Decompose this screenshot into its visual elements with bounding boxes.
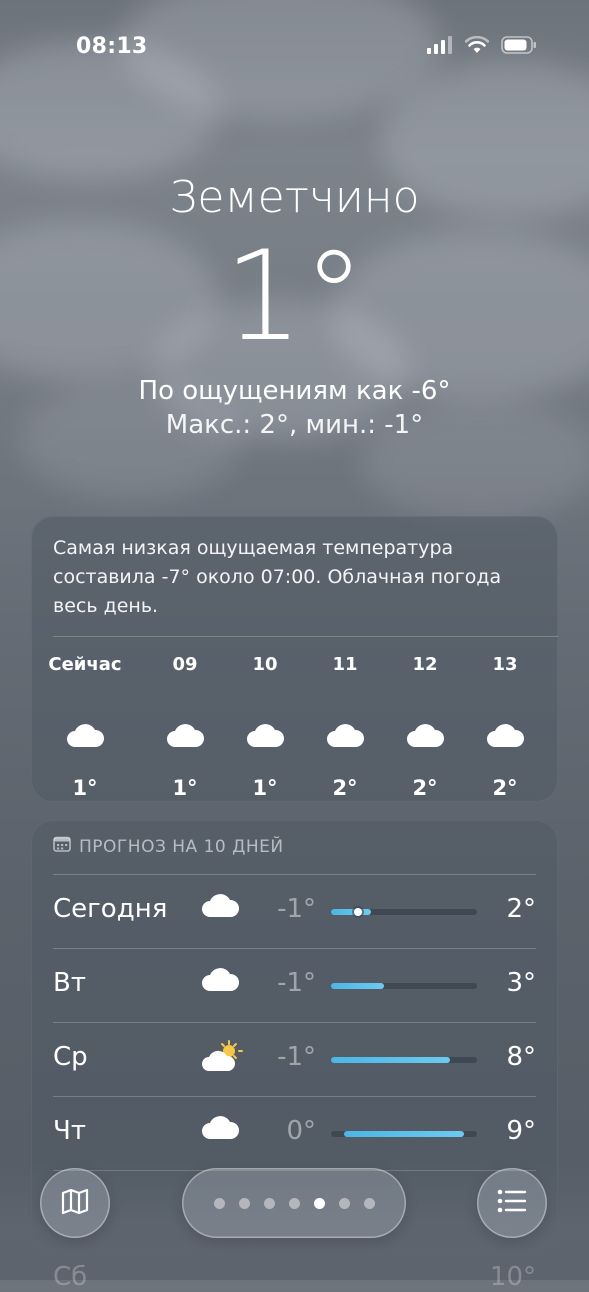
- partial-day-name: Сб: [53, 1262, 88, 1292]
- day-row[interactable]: Ср -1° 8°: [31, 1022, 558, 1096]
- feels-like: По ощущениям как -6°: [138, 376, 451, 406]
- cloud-icon: [145, 708, 225, 762]
- temperature-range-fill: [331, 909, 371, 915]
- current-temperature: 1°: [224, 225, 365, 369]
- temperature-range-bar: [331, 1131, 477, 1137]
- daily-header: ПРОГНОЗ НА 10 ДНЕЙ: [53, 836, 284, 857]
- hour-temp: 2°: [332, 776, 358, 800]
- page-dot[interactable]: [213, 1197, 225, 1209]
- map-icon: [60, 1186, 90, 1220]
- day-high: 9°: [506, 1116, 536, 1146]
- day-high: 8°: [506, 1042, 536, 1072]
- daily-header-label: ПРОГНОЗ НА 10 ДНЕЙ: [79, 836, 284, 857]
- cloud-icon: [201, 1114, 240, 1144]
- page-dot[interactable]: [288, 1197, 300, 1209]
- day-row[interactable]: Сегодня -1° 2°: [31, 874, 558, 948]
- partial-day-high: 10°: [489, 1262, 536, 1292]
- temperature-range-bar: [331, 1057, 477, 1063]
- cloud-icon: [45, 708, 125, 762]
- page-dot[interactable]: [263, 1197, 275, 1209]
- temperature-range-fill: [344, 1131, 464, 1137]
- cloud-icon: [201, 966, 240, 996]
- cloud-icon: [385, 708, 465, 762]
- day-high: 3°: [506, 968, 536, 998]
- cloud-icon: [201, 892, 240, 922]
- day-row[interactable]: Вт -1° 3°: [31, 948, 558, 1022]
- battery-icon: [501, 36, 537, 58]
- temperature-range-fill: [331, 983, 385, 989]
- status-icons: [427, 35, 537, 58]
- map-button[interactable]: [40, 1168, 110, 1238]
- hour-label: Сейчас: [48, 654, 122, 675]
- page-dot[interactable]: [238, 1197, 250, 1209]
- day-low: -1°: [277, 1042, 316, 1072]
- current-temperature-dot: [353, 908, 362, 916]
- divider: [53, 636, 558, 637]
- hour-item: 10 1°: [225, 654, 305, 800]
- divider: [53, 1096, 536, 1097]
- page-dot[interactable]: [363, 1197, 375, 1209]
- wifi-icon: [464, 35, 490, 58]
- hour-label: 11: [332, 654, 358, 675]
- cloud-icon: [305, 708, 385, 762]
- day-low: -1°: [277, 894, 316, 924]
- day-low: -1°: [277, 968, 316, 998]
- hour-temp: 1°: [72, 776, 98, 800]
- hour-item: Сейчас 1°: [45, 654, 125, 800]
- hour-label: 09: [172, 654, 198, 675]
- partly-sunny-icon: [201, 1040, 243, 1076]
- divider: [53, 948, 536, 949]
- forecast-summary: Самая низкая ощущаемая температура соста…: [53, 537, 502, 617]
- page-dot-active[interactable]: [313, 1197, 325, 1209]
- day-name: Ср: [53, 1042, 88, 1072]
- hour-item: 11 2°: [305, 654, 385, 800]
- high-low: Макс.: 2°, мин.: -1°: [165, 410, 424, 440]
- hour-item: 13 2°: [465, 654, 545, 800]
- temperature-range-bar: [331, 908, 477, 916]
- day-name: Чт: [53, 1116, 86, 1146]
- status-time: 08:13: [76, 34, 148, 59]
- hour-label: 12: [412, 654, 438, 675]
- hour-label: 10: [252, 654, 278, 675]
- hourly-forecast-card[interactable]: Самая низкая ощущаемая температура соста…: [31, 516, 558, 802]
- divider: [53, 1022, 536, 1023]
- hour-item: 12 2°: [385, 654, 465, 800]
- list-icon: [497, 1189, 527, 1217]
- status-bar: 08:13: [0, 0, 589, 92]
- calendar-icon: [53, 836, 71, 857]
- temperature-range-fill: [331, 1057, 451, 1063]
- hour-temp: 2°: [412, 776, 438, 800]
- city-name: Земетчино: [169, 172, 420, 223]
- day-low: 0°: [286, 1116, 316, 1146]
- list-button[interactable]: [477, 1168, 547, 1238]
- day-high: 2°: [506, 894, 536, 924]
- hour-label: 13: [492, 654, 518, 675]
- cloud-icon: [465, 708, 545, 762]
- page-indicator[interactable]: [182, 1168, 406, 1238]
- day-name: Вт: [53, 968, 86, 998]
- hourly-list[interactable]: Сейчас 1° 09 1° 10 1° 11 2° 12 2° 13 2°: [45, 654, 544, 800]
- signal-icon: [427, 36, 453, 58]
- day-name: Сегодня: [53, 894, 168, 924]
- hour-temp: 1°: [172, 776, 198, 800]
- hour-temp: 2°: [492, 776, 518, 800]
- temperature-range-bar: [331, 983, 477, 989]
- divider: [53, 874, 536, 875]
- page-dot[interactable]: [338, 1197, 350, 1209]
- hour-item: 09 1°: [145, 654, 225, 800]
- day-row[interactable]: Чт 0° 9°: [31, 1096, 558, 1170]
- hour-temp: 1°: [252, 776, 278, 800]
- cloud-icon: [225, 708, 305, 762]
